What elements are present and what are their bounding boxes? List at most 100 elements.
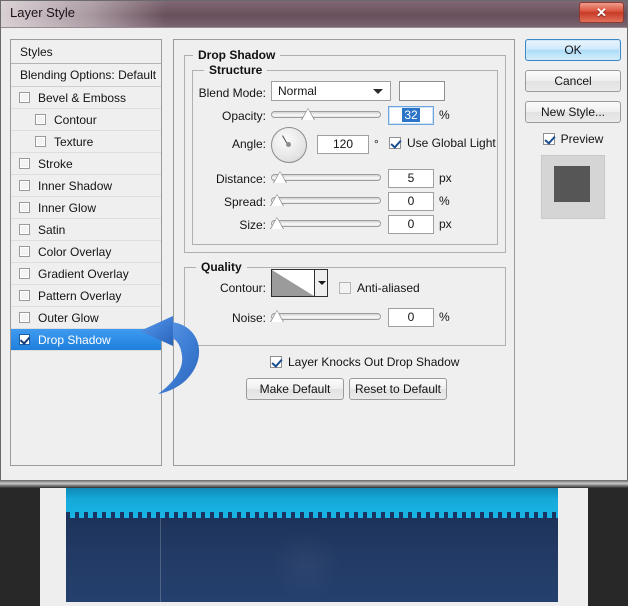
structure-group-title: Structure xyxy=(204,63,268,77)
preview-thumbnail xyxy=(541,155,605,219)
sidebar-item-label: Outer Glow xyxy=(38,310,99,325)
styles-effect-rows: Bevel & Emboss Contour Texture Stroke Inner … xyxy=(11,87,161,351)
dialog-body: Styles Blending Options: Default Bevel &… xyxy=(1,28,627,480)
size-slider[interactable] xyxy=(270,217,381,231)
noise-label: Noise: xyxy=(231,311,266,325)
preview-check-icon xyxy=(542,133,555,145)
effect-checkbox-icon[interactable] xyxy=(19,246,30,257)
sidebar-item-label: Bevel & Emboss xyxy=(38,90,127,105)
spread-input[interactable]: 0 xyxy=(388,192,434,211)
use-global-light-check-icon xyxy=(389,137,401,149)
blend-mode-label: Blend Mode: xyxy=(198,86,266,100)
size-slider-track xyxy=(271,220,381,227)
sidebar-item-satin[interactable]: Satin xyxy=(11,219,161,241)
size-unit: px xyxy=(439,217,452,231)
size-slider-thumb[interactable] xyxy=(270,217,284,229)
sidebar-item-gradient-overlay[interactable]: Gradient Overlay xyxy=(11,263,161,285)
preview-label: Preview xyxy=(560,132,604,146)
shadow-color-swatch[interactable] xyxy=(399,81,445,101)
anti-aliased-label: Anti-aliased xyxy=(357,281,420,295)
spread-label: Spread: xyxy=(223,195,266,209)
effect-checkbox-icon[interactable] xyxy=(35,114,46,125)
layer-knocks-out-label: Layer Knocks Out Drop Shadow xyxy=(288,355,460,369)
new-style-button[interactable]: New Style... xyxy=(525,101,621,123)
noise-input[interactable]: 0 xyxy=(388,308,434,327)
effect-checkbox-icon[interactable] xyxy=(19,312,30,323)
sidebar-item-label: Gradient Overlay xyxy=(38,266,129,281)
layer-knocks-out-check-icon xyxy=(270,356,282,368)
spread-unit: % xyxy=(439,194,450,208)
preview-checkbox[interactable]: Preview xyxy=(525,132,621,146)
reset-to-default-button[interactable]: Reset to Default xyxy=(349,378,447,400)
banner-watermark-circle xyxy=(271,530,341,600)
spread-slider-track xyxy=(271,197,381,204)
opacity-unit: % xyxy=(439,108,450,122)
sidebar-item-inner-glow[interactable]: Inner Glow xyxy=(11,197,161,219)
close-icon[interactable]: ✕ xyxy=(579,2,624,23)
drop-shadow-options-panel: Drop Shadow Structure Blend Mode: Normal… xyxy=(173,39,515,466)
effect-checkbox-icon[interactable] xyxy=(19,158,30,169)
distance-slider-thumb[interactable] xyxy=(273,171,287,183)
distance-input[interactable]: 5 xyxy=(388,169,434,188)
angle-dial-hub xyxy=(286,142,291,147)
effect-checkbox-icon[interactable] xyxy=(19,202,30,213)
size-input[interactable]: 0 xyxy=(388,215,434,234)
spread-slider-thumb[interactable] xyxy=(270,194,284,206)
angle-input[interactable]: 120 xyxy=(317,135,369,154)
quality-group-title: Quality xyxy=(196,260,247,274)
styles-list-header: Styles xyxy=(11,40,161,64)
sidebar-item-outer-glow[interactable]: Outer Glow xyxy=(11,307,161,329)
sidebar-item-inner-shadow[interactable]: Inner Shadow xyxy=(11,175,161,197)
effect-checkbox-icon[interactable] xyxy=(19,290,30,301)
chevron-down-icon xyxy=(373,89,383,94)
effect-checkbox-icon[interactable] xyxy=(19,92,30,103)
opacity-input[interactable]: 32 xyxy=(388,106,434,125)
sidebar-item-texture[interactable]: Texture xyxy=(11,131,161,153)
contour-dropdown-arrow-icon[interactable] xyxy=(315,269,328,297)
quality-group-box xyxy=(184,267,506,346)
opacity-slider-track xyxy=(271,111,381,118)
contour-preset-swatch[interactable] xyxy=(271,269,315,297)
effect-checkbox-icon[interactable] xyxy=(19,268,30,279)
noise-slider-track xyxy=(271,313,381,320)
size-label: Size: xyxy=(239,218,266,232)
sidebar-item-label: Satin xyxy=(38,222,66,237)
sidebar-item-blending-options[interactable]: Blending Options: Default xyxy=(11,64,161,87)
sidebar-item-label: Inner Shadow xyxy=(38,178,113,193)
cancel-button[interactable]: Cancel xyxy=(525,70,621,92)
anti-aliased-checkbox[interactable]: Anti-aliased xyxy=(339,281,420,295)
opacity-value: 32 xyxy=(402,108,420,122)
sidebar-item-contour[interactable]: Contour xyxy=(11,109,161,131)
noise-slider-thumb[interactable] xyxy=(270,310,284,322)
sidebar-item-drop-shadow[interactable]: Drop Shadow xyxy=(11,329,161,351)
distance-slider[interactable] xyxy=(271,171,381,185)
effect-checkbox-icon[interactable] xyxy=(19,334,30,345)
distance-slider-track xyxy=(271,174,381,181)
contour-label: Contour: xyxy=(219,281,266,295)
sidebar-item-stroke[interactable]: Stroke xyxy=(11,153,161,175)
angle-dial[interactable] xyxy=(271,127,307,163)
layer-knocks-out-checkbox[interactable]: Layer Knocks Out Drop Shadow xyxy=(270,355,459,369)
angle-label: Angle: xyxy=(231,137,266,151)
sidebar-item-label: Drop Shadow xyxy=(38,332,111,347)
blend-mode-value: Normal xyxy=(278,84,317,98)
sidebar-item-bevel-emboss[interactable]: Bevel & Emboss xyxy=(11,87,161,109)
sidebar-item-pattern-overlay[interactable]: Pattern Overlay xyxy=(11,285,161,307)
blend-mode-select[interactable]: Normal xyxy=(271,81,391,101)
drop-shadow-group-title: Drop Shadow xyxy=(193,48,281,62)
use-global-light-checkbox[interactable]: Use Global Light xyxy=(389,136,496,150)
sidebar-item-color-overlay[interactable]: Color Overlay xyxy=(11,241,161,263)
effect-checkbox-icon[interactable] xyxy=(19,180,30,191)
spread-slider[interactable] xyxy=(270,194,381,208)
opacity-slider[interactable] xyxy=(271,108,381,122)
make-default-button[interactable]: Make Default xyxy=(246,378,344,400)
effect-checkbox-icon[interactable] xyxy=(35,136,46,147)
opacity-slider-thumb[interactable] xyxy=(301,108,315,120)
effect-checkbox-icon[interactable] xyxy=(19,224,30,235)
sidebar-item-label: Inner Glow xyxy=(38,200,97,215)
noise-slider[interactable] xyxy=(270,310,381,324)
sidebar-item-label: Texture xyxy=(54,134,94,149)
distance-label: Distance: xyxy=(215,172,266,186)
ok-button[interactable]: OK xyxy=(525,39,621,61)
background-banner-graphic xyxy=(66,470,558,602)
